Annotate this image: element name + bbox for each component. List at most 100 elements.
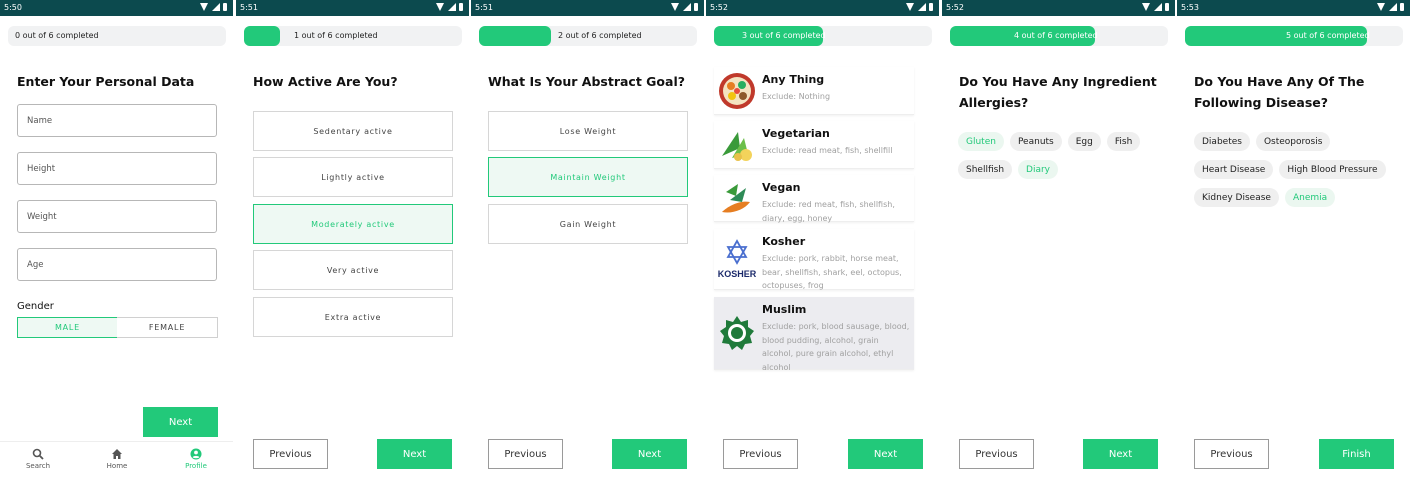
next-button[interactable]: Next <box>848 439 923 469</box>
progress-label: 4 out of 6 completed <box>1014 31 1098 40</box>
gender-female-button[interactable]: FEMALE <box>117 317 218 338</box>
height-field[interactable] <box>17 152 217 185</box>
carrot-icon <box>722 184 750 213</box>
age-field[interactable] <box>17 248 217 281</box>
progress-bar: 4 out of 6 completed <box>950 26 1168 46</box>
activity-option[interactable]: Extra active <box>253 297 453 337</box>
profile-icon <box>190 448 202 460</box>
disease-chip-diabetes[interactable]: Diabetes <box>1194 132 1250 151</box>
status-time: 5:52 <box>946 3 964 12</box>
next-button[interactable]: Next <box>143 407 218 437</box>
battery-icon <box>929 3 933 11</box>
previous-button[interactable]: Previous <box>253 439 328 469</box>
allergy-chip-fish[interactable]: Fish <box>1106 132 1141 151</box>
status-bar: 5:50 <box>0 0 233 16</box>
finish-button[interactable]: Finish <box>1319 439 1394 469</box>
search-icon <box>32 448 44 460</box>
diet-name: Kosher <box>762 235 806 248</box>
previous-button[interactable]: Previous <box>488 439 563 469</box>
previous-button[interactable]: Previous <box>723 439 798 469</box>
kosher-icon-text: KOSHER <box>718 269 756 279</box>
wifi-icon <box>436 3 445 11</box>
allergy-chip-peanuts[interactable]: Peanuts <box>1009 132 1062 151</box>
allergy-chips: Gluten Peanuts Egg Fish Shellfish Diary <box>958 132 1173 188</box>
diet-name: Muslim <box>762 303 807 316</box>
page-title: Do You Have Any Of The Following Disease… <box>1194 74 1365 110</box>
progress-fill <box>479 26 551 46</box>
signal-icon <box>683 3 691 11</box>
previous-button[interactable]: Previous <box>959 439 1034 469</box>
next-button[interactable]: Next <box>377 439 452 469</box>
battery-icon <box>1165 3 1169 11</box>
nav-search-label: Search <box>25 462 51 470</box>
food-bowl-icon <box>719 73 755 109</box>
status-bar: 5:52 <box>706 0 939 16</box>
name-field[interactable] <box>17 104 217 137</box>
status-bar: 5:51 <box>471 0 704 16</box>
diet-item-vegetarian[interactable]: Vegetarian Exclude: read meat, fish, she… <box>714 121 914 169</box>
diet-exclusions: Exclude: red meat, fish, shellfish, diar… <box>762 200 895 223</box>
activity-option[interactable]: Lightly active <box>253 157 453 197</box>
wifi-icon <box>1142 3 1151 11</box>
allergy-chip-diary[interactable]: Diary <box>1018 160 1059 179</box>
diet-item-kosher[interactable]: KOSHER Kosher Exclude: pork, rabbit, hor… <box>714 229 914 290</box>
status-time: 5:52 <box>710 3 728 12</box>
diet-item-vegan[interactable]: Vegan Exclude: red meat, fish, shellfish… <box>714 175 914 223</box>
progress-bar: 3 out of 6 completed <box>714 26 932 46</box>
wifi-icon <box>671 3 680 11</box>
progress-bar: 0 out of 6 completed <box>8 26 226 46</box>
progress-bar: 2 out of 6 completed <box>479 26 697 46</box>
nav-home[interactable]: Home <box>87 448 147 470</box>
battery-icon <box>459 3 463 11</box>
disease-chip-heart-disease[interactable]: Heart Disease <box>1194 160 1274 179</box>
nav-profile[interactable]: Profile <box>166 448 226 470</box>
disease-chips: Diabetes Osteoporosis Heart Disease High… <box>1194 132 1409 216</box>
progress-label: 2 out of 6 completed <box>558 31 642 40</box>
status-bar: 5:51 <box>236 0 469 16</box>
allergy-chip-gluten[interactable]: Gluten <box>958 132 1004 151</box>
activity-option-selected[interactable]: Moderately active <box>253 204 453 244</box>
screen-goal: 5:51 2 out of 6 completed What Is Your A… <box>471 0 704 479</box>
goal-option-selected[interactable]: Maintain Weight <box>488 157 688 197</box>
bottom-nav: Search Home Profile <box>0 441 233 479</box>
nav-search[interactable]: Search <box>8 448 68 470</box>
nav-home-label: Home <box>106 462 128 470</box>
diet-item-muslim[interactable]: Muslim Exclude: pork, blood sausage, blo… <box>714 297 914 372</box>
wifi-icon <box>1377 3 1386 11</box>
signal-icon <box>1389 3 1397 11</box>
page-title: Do You Have Any Ingredient Allergies? <box>959 74 1157 110</box>
diet-name: Any Thing <box>762 73 825 86</box>
goal-option[interactable]: Gain Weight <box>488 204 688 244</box>
status-time: 5:51 <box>240 3 258 12</box>
weight-field[interactable] <box>17 200 217 233</box>
progress-fill <box>244 26 280 46</box>
status-bar: 5:52 <box>942 0 1175 16</box>
goal-option[interactable]: Lose Weight <box>488 111 688 151</box>
next-button[interactable]: Next <box>612 439 687 469</box>
halal-seal-icon <box>720 316 754 350</box>
star-of-david-icon: KOSHER <box>718 239 756 279</box>
signal-icon <box>212 3 220 11</box>
disease-chip-kidney-disease[interactable]: Kidney Disease <box>1194 188 1279 207</box>
diet-exclusions: Exclude: read meat, fish, shellfill <box>762 146 893 155</box>
activity-option[interactable]: Very active <box>253 250 453 290</box>
signal-icon <box>448 3 456 11</box>
disease-chip-anemia[interactable]: Anemia <box>1284 188 1336 207</box>
gender-male-button[interactable]: MALE <box>17 317 118 338</box>
gender-label: Gender <box>17 301 54 312</box>
next-button[interactable]: Next <box>1083 439 1158 469</box>
diet-exclusions: Exclude: pork, blood sausage, blood, blo… <box>762 322 910 372</box>
progress-label: 1 out of 6 completed <box>294 31 378 40</box>
signal-icon <box>1154 3 1162 11</box>
page-title: What Is Your Abstract Goal? <box>488 74 685 89</box>
diet-name: Vegan <box>762 181 801 194</box>
disease-chip-high-blood-pressure[interactable]: High Blood Pressure <box>1279 160 1386 179</box>
disease-chip-osteoporosis[interactable]: Osteoporosis <box>1255 132 1331 151</box>
home-icon <box>112 449 122 459</box>
allergy-chip-egg[interactable]: Egg <box>1067 132 1101 151</box>
allergy-chip-shellfish[interactable]: Shellfish <box>958 160 1013 179</box>
diet-item-any-thing[interactable]: Any Thing Exclude: Nothing <box>714 67 914 115</box>
activity-option[interactable]: Sedentary active <box>253 111 453 151</box>
previous-button[interactable]: Previous <box>1194 439 1269 469</box>
battery-icon <box>1400 3 1404 11</box>
